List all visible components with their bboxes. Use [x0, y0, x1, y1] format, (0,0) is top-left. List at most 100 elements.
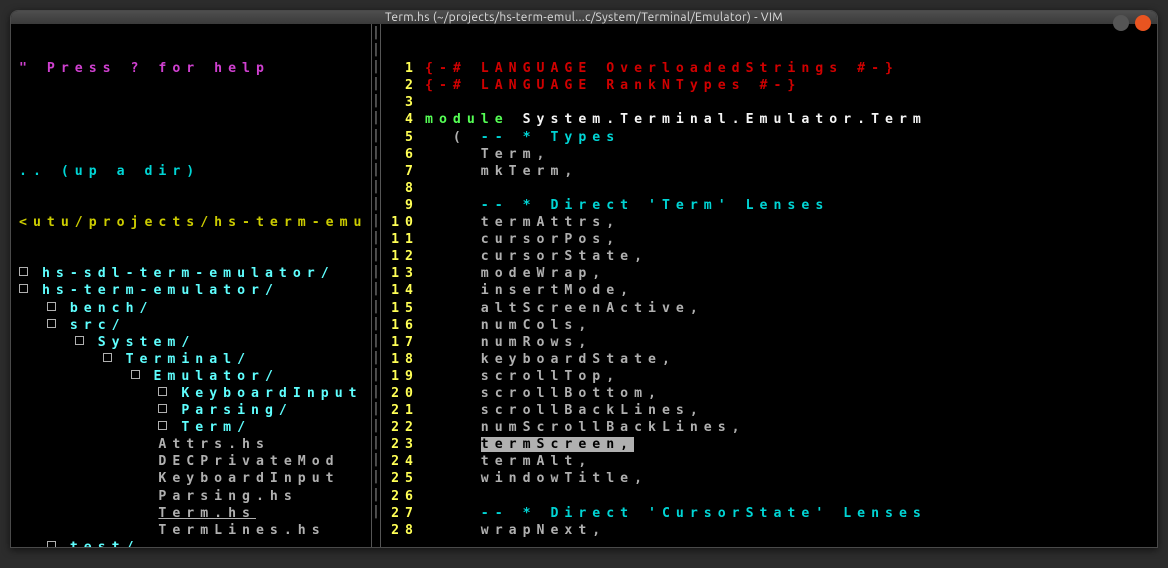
code-line[interactable]: 26: [381, 488, 1157, 505]
tree-item[interactable]: Term.hs: [19, 505, 371, 522]
tree-item[interactable]: hs-term-emulator/: [19, 282, 371, 299]
code-line[interactable]: 2{-# LANGUAGE RankNTypes #-}: [381, 77, 1157, 94]
tree-item[interactable]: Parsing/: [19, 402, 371, 419]
code-text: [425, 488, 1157, 505]
code-text: numCols,: [425, 317, 1157, 334]
terminal-area: " Press ? for help .. (up a dir) <utu/pr…: [11, 24, 1157, 548]
titlebar[interactable]: Term.hs (~/projects/hs-term-emul...c/Sys…: [11, 11, 1157, 24]
code-line[interactable]: 8: [381, 180, 1157, 197]
code-text: termScreen,: [425, 436, 1157, 453]
tree-item[interactable]: Term/: [19, 419, 371, 436]
code-line[interactable]: 3: [381, 94, 1157, 111]
tree-root[interactable]: <utu/projects/hs-term-emu: [19, 214, 371, 231]
vertical-split: |||||||||||||||||||||||||||||: [371, 24, 381, 548]
line-number: 9: [381, 197, 425, 214]
line-number: 27: [381, 505, 425, 522]
line-number: 2: [381, 77, 425, 94]
tree-help: " Press ? for help: [19, 60, 371, 77]
line-number: 18: [381, 351, 425, 368]
code-text: mkTerm,: [425, 163, 1157, 180]
code-line[interactable]: 27 -- * Direct 'CursorState' Lenses: [381, 505, 1157, 522]
tree-updir[interactable]: .. (up a dir): [19, 163, 371, 180]
code-text: scrollBackLines,: [425, 402, 1157, 419]
line-number: 21: [381, 402, 425, 419]
code-text: module System.Terminal.Emulator.Term: [425, 111, 1157, 128]
line-number: 23: [381, 436, 425, 453]
code-text: insertMode,: [425, 282, 1157, 299]
code-text: [425, 180, 1157, 197]
line-number: 5: [381, 129, 425, 146]
code-line[interactable]: 19 scrollTop,: [381, 368, 1157, 385]
code-text: numRows,: [425, 334, 1157, 351]
code-line[interactable]: 17 numRows,: [381, 334, 1157, 351]
line-number: 22: [381, 419, 425, 436]
code-line[interactable]: 15 altScreenActive,: [381, 300, 1157, 317]
code-text: numScrollBackLines,: [425, 419, 1157, 436]
tree-item[interactable]: bench/: [19, 300, 371, 317]
tree-item[interactable]: KeyboardInput: [19, 470, 371, 487]
line-number: 28: [381, 522, 425, 539]
code-line[interactable]: 7 mkTerm,: [381, 163, 1157, 180]
tree-item[interactable]: System/: [19, 334, 371, 351]
code-text: {-# LANGUAGE RankNTypes #-}: [425, 77, 1157, 94]
line-number: 6: [381, 146, 425, 163]
tree-item[interactable]: KeyboardInput: [19, 385, 371, 402]
tree-item[interactable]: Terminal/: [19, 351, 371, 368]
code-line[interactable]: 12 cursorState,: [381, 248, 1157, 265]
line-number: 10: [381, 214, 425, 231]
code-text: wrapNext,: [425, 522, 1157, 539]
code-text: keyboardState,: [425, 351, 1157, 368]
tree-item[interactable]: Attrs.hs: [19, 436, 371, 453]
line-number: 24: [381, 453, 425, 470]
line-number: 16: [381, 317, 425, 334]
code-line[interactable]: 23 termScreen,: [381, 436, 1157, 453]
code-line[interactable]: 25 windowTitle,: [381, 470, 1157, 487]
code-line[interactable]: 10 termAttrs,: [381, 214, 1157, 231]
code-line[interactable]: 24 termAlt,: [381, 453, 1157, 470]
code-line[interactable]: 28 wrapNext,: [381, 522, 1157, 539]
line-number: 14: [381, 282, 425, 299]
code-pane[interactable]: 1{-# LANGUAGE OverloadedStrings #-}2{-# …: [381, 24, 1157, 548]
code-text: windowTitle,: [425, 470, 1157, 487]
tree-item[interactable]: DECPrivateMod: [19, 453, 371, 470]
code-text: scrollTop,: [425, 368, 1157, 385]
editor-window: Term.hs (~/projects/hs-term-emul...c/Sys…: [10, 10, 1158, 548]
code-line[interactable]: 14 insertMode,: [381, 282, 1157, 299]
code-line[interactable]: 20 scrollBottom,: [381, 385, 1157, 402]
code-text: termAttrs,: [425, 214, 1157, 231]
code-line[interactable]: 4module System.Terminal.Emulator.Term: [381, 111, 1157, 128]
code-text: cursorPos,: [425, 231, 1157, 248]
line-number: 8: [381, 180, 425, 197]
nerdtree-pane[interactable]: " Press ? for help .. (up a dir) <utu/pr…: [11, 24, 371, 548]
code-line[interactable]: 9 -- * Direct 'Term' Lenses: [381, 197, 1157, 214]
code-line[interactable]: 21 scrollBackLines,: [381, 402, 1157, 419]
line-number: 1: [381, 60, 425, 77]
line-number: 25: [381, 470, 425, 487]
code-text: -- * Direct 'CursorState' Lenses: [425, 505, 1157, 522]
tree-blank: [19, 111, 371, 128]
code-line[interactable]: 1{-# LANGUAGE OverloadedStrings #-}: [381, 60, 1157, 77]
tree-item[interactable]: Parsing.hs: [19, 488, 371, 505]
code-line[interactable]: 5 ( -- * Types: [381, 129, 1157, 146]
line-number: 19: [381, 368, 425, 385]
code-line[interactable]: 6 Term,: [381, 146, 1157, 163]
code-text: {-# LANGUAGE OverloadedStrings #-}: [425, 60, 1157, 77]
code-line[interactable]: 13 modeWrap,: [381, 265, 1157, 282]
line-number: 11: [381, 231, 425, 248]
line-number: 26: [381, 488, 425, 505]
tree-item[interactable]: TermLines.hs: [19, 522, 371, 539]
line-number: 7: [381, 163, 425, 180]
code-line[interactable]: 22 numScrollBackLines,: [381, 419, 1157, 436]
code-line[interactable]: 18 keyboardState,: [381, 351, 1157, 368]
code-text: Term,: [425, 146, 1157, 163]
line-number: 12: [381, 248, 425, 265]
code-line[interactable]: 16 numCols,: [381, 317, 1157, 334]
tree-item[interactable]: src/: [19, 317, 371, 334]
code-line[interactable]: 11 cursorPos,: [381, 231, 1157, 248]
line-number: 13: [381, 265, 425, 282]
tree-item[interactable]: hs-sdl-term-emulator/: [19, 265, 371, 282]
window-title: Term.hs (~/projects/hs-term-emul...c/Sys…: [385, 11, 783, 24]
tree-item[interactable]: Emulator/: [19, 368, 371, 385]
code-text: -- * Direct 'Term' Lenses: [425, 197, 1157, 214]
tree-item[interactable]: test/: [19, 539, 371, 548]
